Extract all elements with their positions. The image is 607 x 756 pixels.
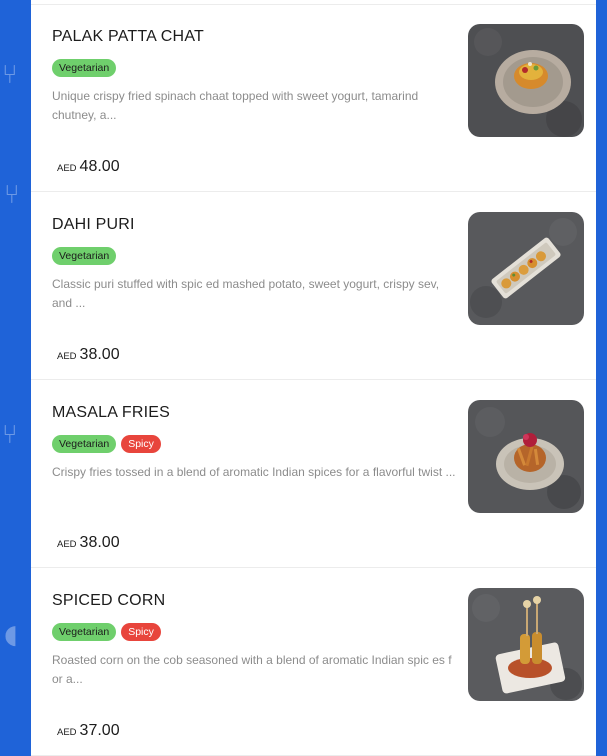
item-title: MASALA FRIES	[52, 404, 170, 421]
currency-label: AED	[57, 351, 77, 362]
tag-list: Vegetarian	[52, 59, 117, 77]
vegetarian-tag: Vegetarian	[52, 435, 117, 453]
side-strip	[596, 0, 607, 756]
menu-item[interactable]: SPICED CORN Vegetarian Spicy Roasted cor…	[31, 568, 596, 756]
item-description: Roasted corn on the cob seasoned with a …	[52, 653, 452, 686]
vegetarian-tag: Vegetarian	[52, 623, 117, 641]
plate-fries-icon[interactable]	[468, 400, 584, 513]
tag-list: Vegetarian Spicy	[52, 435, 161, 453]
spoon-doodle-icon: ◖	[4, 620, 18, 650]
plate-corn-icon[interactable]	[468, 588, 584, 701]
menu-item[interactable]: MASALA FRIES Vegetarian Spicy Crispy fri…	[31, 380, 596, 568]
plate-chaat-icon[interactable]	[468, 24, 584, 137]
item-description: Classic puri stuffed with spic ed mashed…	[52, 277, 440, 310]
price-value: 38.00	[79, 346, 120, 363]
vegetarian-tag: Vegetarian	[52, 59, 117, 77]
menu-item[interactable]: PALAK PATTA CHAT Vegetarian Unique crisp…	[31, 4, 596, 192]
vegetarian-tag: Vegetarian	[52, 247, 117, 265]
item-description: Crispy fries tossed in a blend of aromat…	[52, 465, 456, 479]
spicy-tag: Spicy	[121, 623, 161, 641]
currency-label: AED	[57, 539, 77, 550]
item-title: PALAK PATTA CHAT	[52, 28, 204, 45]
price-value: 48.00	[79, 158, 120, 175]
item-price: AED 38.00	[57, 534, 120, 552]
price-value: 37.00	[79, 722, 120, 739]
menu-list-panel: PALAK PATTA CHAT Vegetarian Unique crisp…	[31, 0, 596, 756]
fork-doodle-icon: ⑂	[4, 180, 20, 210]
tag-list: Vegetarian	[52, 247, 117, 265]
currency-label: AED	[57, 163, 77, 174]
currency-label: AED	[57, 727, 77, 738]
item-price: AED 38.00	[57, 346, 120, 364]
item-title: SPICED CORN	[52, 592, 166, 609]
item-title: DAHI PURI	[52, 216, 135, 233]
tag-list: Vegetarian Spicy	[52, 623, 161, 641]
fork-doodle-icon: ⑂	[2, 60, 18, 90]
price-value: 38.00	[79, 534, 120, 551]
spicy-tag: Spicy	[121, 435, 161, 453]
fork-doodle-icon: ⑂	[2, 420, 18, 450]
item-price: AED 48.00	[57, 158, 120, 176]
tray-puri-icon[interactable]	[468, 212, 584, 325]
menu-item[interactable]: DAHI PURI Vegetarian Classic puri stuffe…	[31, 192, 596, 380]
item-description: Unique crispy fried spinach chaat topped…	[52, 89, 419, 122]
item-price: AED 37.00	[57, 722, 120, 740]
